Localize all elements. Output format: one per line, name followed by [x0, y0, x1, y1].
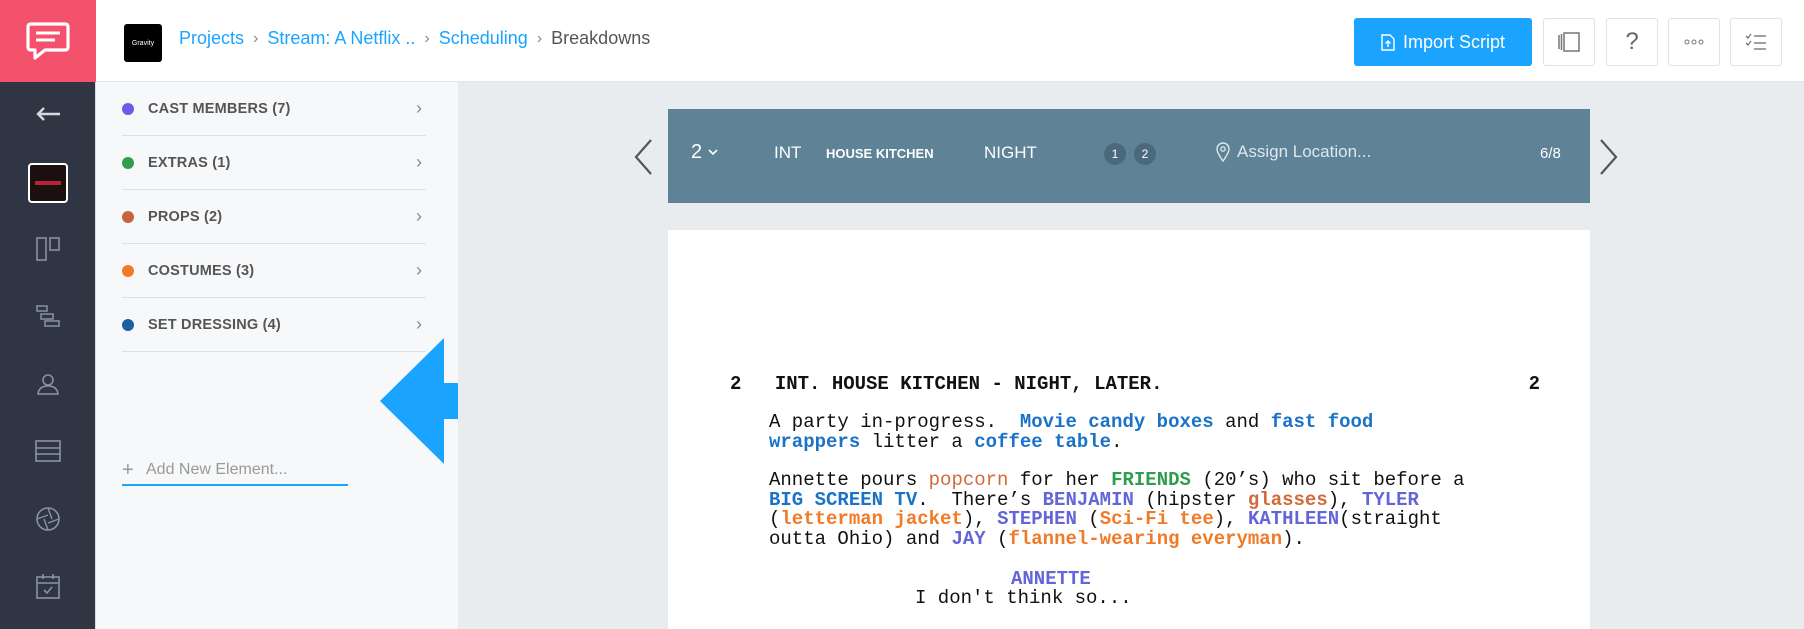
add-element-field[interactable]: + — [122, 456, 348, 486]
stripboard-icon[interactable] — [0, 291, 96, 341]
scene-heading-number-right: 2 — [1528, 373, 1540, 395]
aperture-icon[interactable] — [0, 494, 96, 544]
tagged-element[interactable]: TYLER — [1362, 489, 1419, 511]
breadcrumb-projects[interactable]: Projects — [179, 28, 244, 49]
map-pin-icon — [1216, 142, 1230, 162]
chevron-right-icon: › — [416, 98, 422, 118]
category-dot — [122, 156, 134, 169]
question-icon: ? — [1625, 28, 1639, 55]
script-page: 2 INT. HOUSE KITCHEN - NIGHT, LATER. 2 A… — [668, 230, 1590, 629]
tagged-element[interactable]: JAY — [951, 528, 985, 550]
dialogue-line: I don't think so... — [915, 587, 1132, 609]
tagged-element[interactable]: coffee table — [974, 431, 1111, 453]
more-button[interactable] — [1668, 18, 1720, 66]
breadcrumb-scheduling[interactable]: Scheduling — [439, 28, 528, 49]
prev-scene-button[interactable] — [630, 132, 656, 182]
scene-heading-number: 2 — [730, 373, 742, 395]
project-thumbnail[interactable] — [0, 158, 96, 208]
tagged-element[interactable]: fast food — [1271, 411, 1374, 433]
category-label: COSTUMES (3) — [148, 262, 255, 279]
tagged-element[interactable]: wrappers — [769, 431, 860, 453]
back-arrow-icon[interactable] — [0, 89, 96, 139]
action-paragraph-2: Annette pours popcorn for her FRIENDS (2… — [769, 469, 1465, 550]
import-script-button[interactable]: Import Script — [1354, 18, 1532, 66]
category-label: EXTRAS (1) — [148, 154, 231, 171]
breadcrumb: Projects › Stream: A Netflix .. › Schedu… — [179, 28, 650, 49]
chevron-left-icon — [634, 139, 652, 175]
chevron-down-icon — [708, 149, 718, 156]
action-paragraph-1: A party in-progress. Movie candy boxes a… — [769, 411, 1374, 453]
scene-header-bar: 2 INT HOUSE KITCHEN NIGHT 1 2 Assign Loc… — [668, 109, 1590, 203]
next-scene-button[interactable] — [1596, 132, 1622, 182]
category-dot — [122, 102, 134, 115]
add-element-input[interactable] — [146, 461, 326, 479]
scene-number-dropdown[interactable]: 2 — [691, 141, 718, 164]
chevron-right-icon: › — [416, 206, 422, 226]
scene-int-ext[interactable]: INT — [774, 143, 801, 163]
boards-icon[interactable] — [0, 224, 96, 274]
cast-id-badge[interactable]: 1 — [1104, 143, 1126, 165]
list-icon[interactable] — [0, 426, 96, 476]
scene-heading-text: INT. HOUSE KITCHEN - NIGHT, LATER. — [774, 373, 1163, 395]
assign-location-label: Assign Location... — [1237, 142, 1372, 161]
chevron-right-icon — [1600, 139, 1618, 175]
panel-toggle-button[interactable] — [1543, 18, 1595, 66]
ellipsis-icon — [1684, 39, 1704, 45]
tagged-element[interactable]: popcorn — [929, 469, 1009, 491]
script-viewer: 2 INT HOUSE KITCHEN NIGHT 1 2 Assign Loc… — [458, 82, 1804, 629]
breadcrumb-current: Breakdowns — [551, 28, 651, 48]
panel-icon — [1558, 32, 1580, 52]
scene-set[interactable]: HOUSE KITCHEN — [826, 146, 934, 161]
chevron-right-icon: › — [253, 29, 259, 47]
help-button[interactable]: ? — [1606, 18, 1658, 66]
category-dot — [122, 318, 134, 331]
scene-number: 2 — [691, 141, 703, 163]
category-label: PROPS (2) — [148, 208, 223, 225]
app-logo[interactable] — [0, 0, 96, 82]
breadcrumb-project[interactable]: Stream: A Netflix .. — [267, 28, 415, 49]
plus-icon: + — [122, 458, 134, 481]
checklist-button[interactable] — [1730, 18, 1782, 66]
category-label: SET DRESSING (4) — [148, 316, 281, 333]
project-badge[interactable]: Gravity — [124, 24, 162, 62]
chevron-right-icon: › — [424, 29, 430, 47]
cast-id-badge[interactable]: 2 — [1134, 143, 1156, 165]
chevron-right-icon: › — [416, 260, 422, 280]
top-header: Gravity Projects › Stream: A Netflix .. … — [96, 0, 1804, 82]
tagged-element[interactable]: letterman jacket — [780, 508, 962, 530]
category-dot — [122, 210, 134, 223]
element-category-costumes[interactable]: COSTUMES (3) › — [122, 244, 426, 298]
scene-heading: 2 INT. HOUSE KITCHEN - NIGHT, LATER. 2 — [730, 373, 1540, 395]
import-script-label: Import Script — [1402, 31, 1506, 52]
scene-page-count: 6/8 — [1540, 145, 1561, 162]
tagged-element[interactable]: flannel-wearing everyman — [1008, 528, 1282, 550]
element-category-props[interactable]: PROPS (2) › — [122, 190, 426, 244]
checklist-icon — [1745, 33, 1766, 50]
chevron-right-icon: › — [416, 152, 422, 172]
chat-bubble-icon — [26, 22, 70, 60]
contacts-icon[interactable] — [0, 359, 96, 409]
file-upload-icon — [1381, 33, 1395, 51]
category-label: CAST MEMBERS (7) — [148, 100, 291, 117]
app-rail — [0, 0, 96, 629]
category-dot — [122, 264, 134, 277]
element-category-cast[interactable]: CAST MEMBERS (7) › — [122, 82, 426, 136]
scene-time-of-day[interactable]: NIGHT — [984, 143, 1037, 163]
assign-location-button[interactable]: Assign Location... — [1216, 142, 1371, 162]
chevron-right-icon: › — [416, 314, 422, 334]
chevron-right-icon: › — [536, 29, 543, 47]
element-category-extras[interactable]: EXTRAS (1) › — [122, 136, 426, 190]
calendar-check-icon[interactable] — [0, 561, 96, 611]
